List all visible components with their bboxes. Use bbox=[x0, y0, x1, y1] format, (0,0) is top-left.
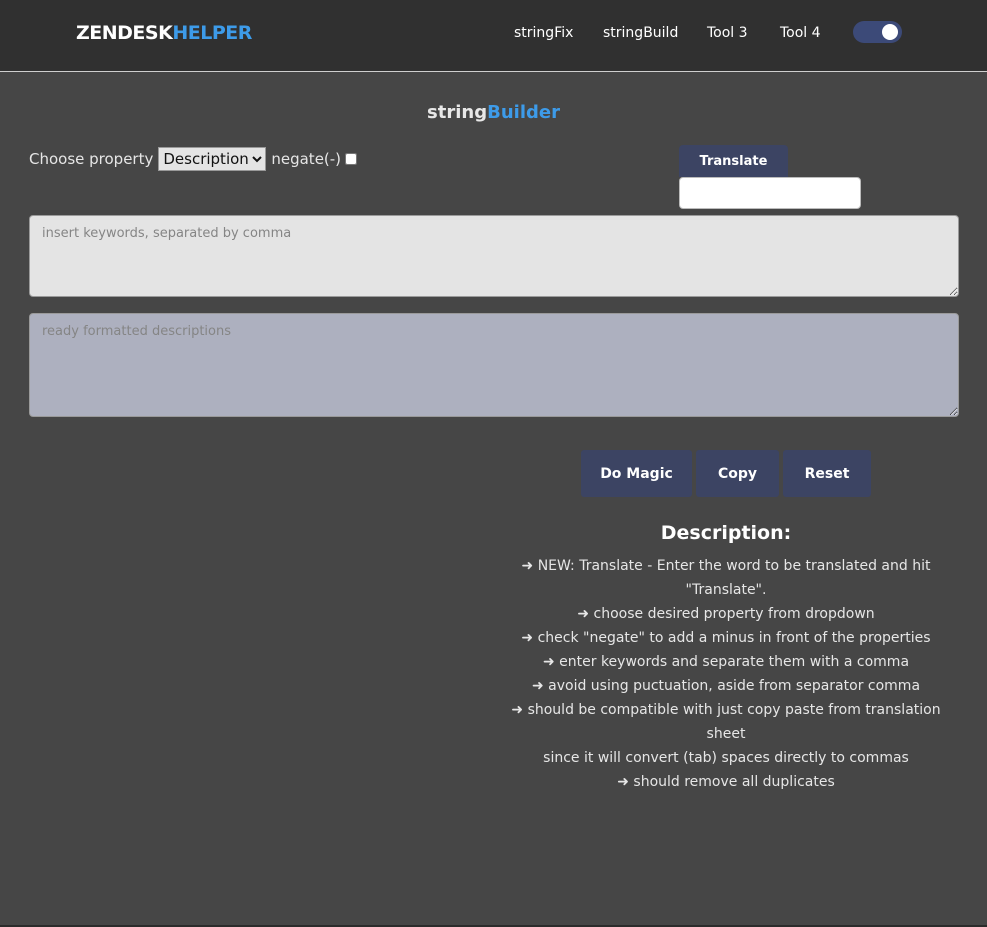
description-line: ➜ avoid using puctuation, aside from sep… bbox=[531, 678, 921, 694]
property-row: Choose property Description negate(-) bbox=[29, 147, 358, 171]
toggle-knob bbox=[882, 24, 898, 40]
description-line: ➜ check "negate" to add a minus in front… bbox=[521, 630, 931, 646]
description-line: ➜ choose desired property from dropdown bbox=[577, 606, 875, 622]
do-magic-button[interactable]: Do Magic bbox=[581, 450, 692, 497]
description-list: ➜ NEW: Translate - Enter the word to be … bbox=[500, 554, 952, 794]
description-line: ➜ should be compatible with just copy pa… bbox=[511, 702, 941, 742]
page-title-part1: string bbox=[427, 102, 488, 123]
reset-button[interactable]: Reset bbox=[783, 450, 871, 497]
translate-button[interactable]: Translate bbox=[679, 145, 788, 177]
page-title-part2: Builder bbox=[487, 102, 560, 123]
property-select[interactable]: Description bbox=[158, 147, 267, 171]
brand-name-part1: ZENDESK bbox=[76, 22, 173, 44]
nav-link-tool4[interactable]: Tool 4 bbox=[780, 25, 821, 41]
brand-name-part2: HELPER bbox=[172, 22, 252, 44]
description-line: since it will convert (tab) spaces direc… bbox=[543, 750, 909, 766]
output-textarea[interactable] bbox=[29, 313, 959, 417]
nav-link-stringbuild[interactable]: stringBuild bbox=[603, 25, 678, 41]
brand-logo[interactable]: ZENDESKHELPER bbox=[76, 22, 252, 44]
property-label: Choose property bbox=[29, 150, 154, 168]
keywords-textarea[interactable] bbox=[29, 215, 959, 297]
description-line: ➜ should remove all duplicates bbox=[617, 774, 835, 790]
translate-input[interactable] bbox=[679, 177, 861, 209]
nav-link-stringfix[interactable]: stringFix bbox=[514, 25, 573, 41]
negate-checkbox[interactable] bbox=[345, 153, 358, 165]
copy-button[interactable]: Copy bbox=[696, 450, 779, 497]
page-title: stringBuilder bbox=[0, 102, 987, 123]
description-line: ➜ NEW: Translate - Enter the word to be … bbox=[521, 558, 931, 598]
navbar: ZENDESKHELPER stringFix stringBuild Tool… bbox=[0, 0, 987, 72]
nav-link-tool3[interactable]: Tool 3 bbox=[707, 25, 748, 41]
description-line: ➜ enter keywords and separate them with … bbox=[542, 654, 910, 670]
description-heading: Description: bbox=[660, 522, 792, 544]
negate-label: negate(-) bbox=[271, 150, 342, 168]
theme-toggle[interactable] bbox=[853, 21, 902, 43]
